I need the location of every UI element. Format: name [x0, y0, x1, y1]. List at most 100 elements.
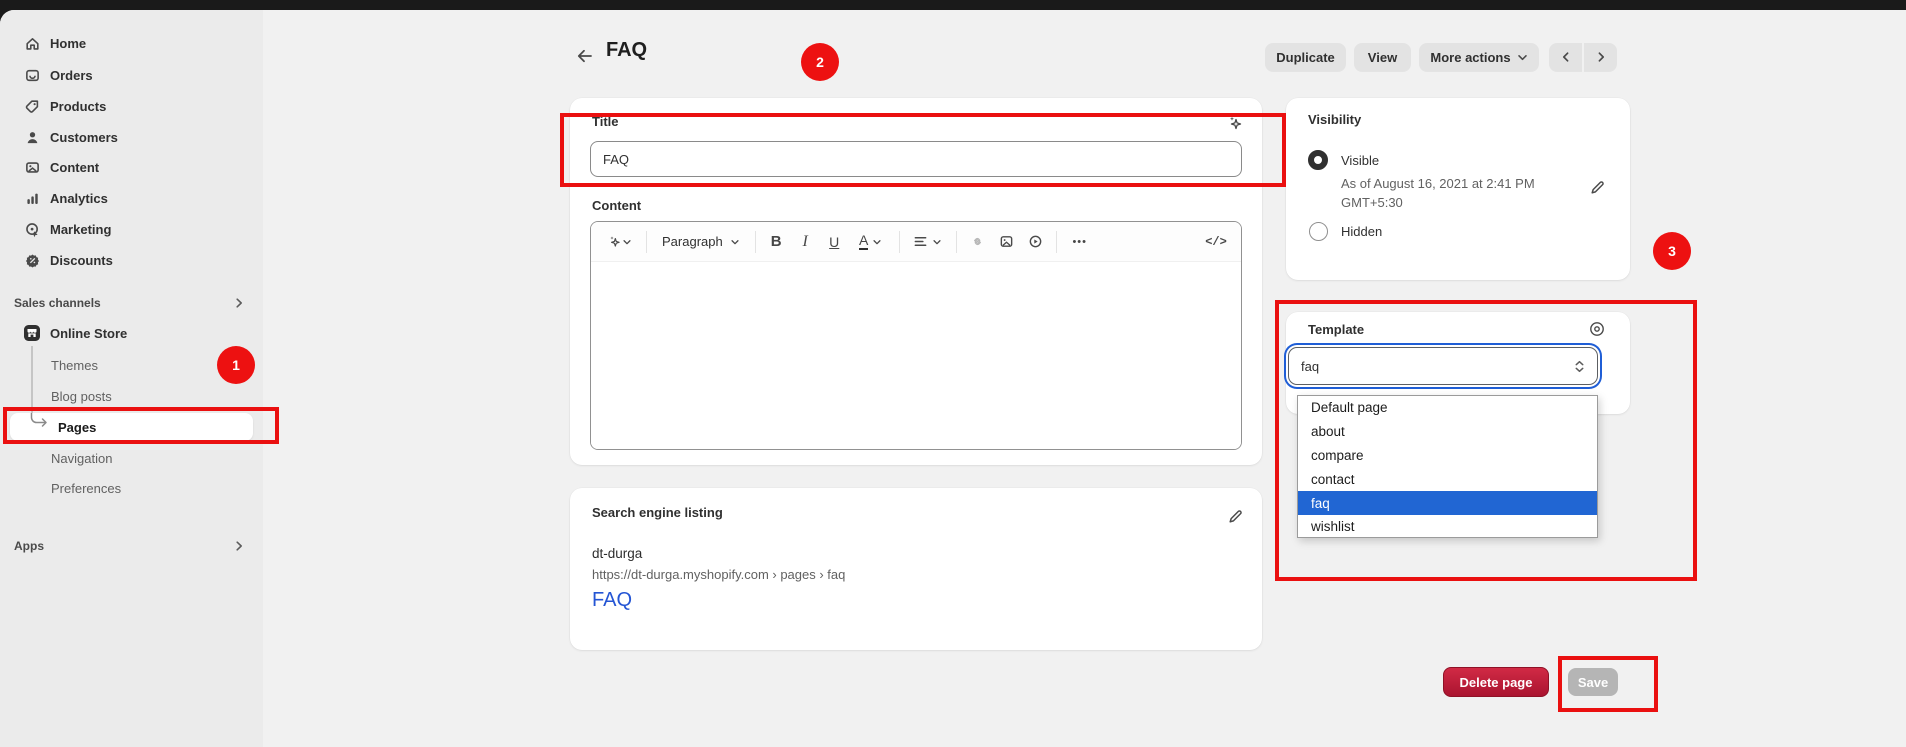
- preview-template-button[interactable]: [1584, 316, 1610, 342]
- chevron-down-icon: [932, 237, 942, 247]
- marketing-icon: [23, 220, 41, 238]
- sidebar-item-customers[interactable]: Customers: [10, 123, 253, 151]
- next-page-button[interactable]: [1584, 43, 1617, 71]
- sidebar-item-products[interactable]: Products: [10, 92, 253, 120]
- home-icon: [23, 34, 41, 52]
- duplicate-button[interactable]: Duplicate: [1265, 43, 1346, 71]
- content-shell: Home Orders Products Customers Content A…: [0, 10, 1906, 747]
- title-input[interactable]: [590, 141, 1242, 177]
- toolbar-divider: [899, 231, 900, 253]
- toolbar-divider: [956, 231, 957, 253]
- underline-glyph: U: [829, 234, 839, 250]
- sidebar-item-discounts[interactable]: Discounts: [10, 246, 253, 274]
- ai-magic-button[interactable]: [599, 228, 639, 255]
- products-icon: [23, 97, 41, 115]
- paragraph-label: Paragraph: [662, 234, 723, 249]
- save-button[interactable]: Save: [1568, 668, 1618, 696]
- code-view-button[interactable]: </>: [1199, 228, 1233, 255]
- sidebar-item-label: Discounts: [50, 253, 113, 268]
- template-option-contact[interactable]: contact: [1298, 467, 1597, 491]
- previous-page-button[interactable]: [1549, 43, 1582, 71]
- edit-seo-button[interactable]: [1222, 503, 1248, 529]
- sidebar-item-preferences[interactable]: Preferences: [10, 474, 253, 502]
- template-option-default-page[interactable]: Default page: [1298, 396, 1597, 420]
- hidden-label[interactable]: Hidden: [1341, 224, 1382, 239]
- template-card-title: Template: [1308, 322, 1364, 337]
- sparkle-icon: [1226, 114, 1244, 132]
- view-button[interactable]: View: [1354, 43, 1411, 71]
- annotation-step-3: 3: [1653, 232, 1691, 270]
- back-button[interactable]: [572, 43, 598, 69]
- seo-preview-link[interactable]: FAQ: [592, 589, 632, 612]
- sidebar-item-label: Orders: [50, 68, 93, 83]
- sidebar-item-label: Pages: [58, 420, 96, 435]
- save-label: Save: [1578, 675, 1608, 690]
- chevron-down-icon: [730, 237, 740, 247]
- template-option-wishlist[interactable]: wishlist: [1298, 515, 1597, 539]
- align-left-icon: [913, 234, 928, 249]
- toolbar-divider: [646, 231, 647, 253]
- more-actions-button[interactable]: More actions: [1419, 43, 1539, 71]
- more-formatting-button[interactable]: •••: [1064, 228, 1096, 255]
- chevron-down-icon: [872, 237, 882, 247]
- apps-header[interactable]: Apps: [10, 533, 253, 559]
- template-option-compare[interactable]: compare: [1298, 444, 1597, 468]
- sidebar-item-home[interactable]: Home: [10, 29, 253, 57]
- annotation-step-2: 2: [801, 43, 839, 81]
- eye-icon: [1588, 320, 1606, 338]
- chevron-right-icon: [1595, 51, 1607, 63]
- chevron-down-icon: [622, 237, 632, 247]
- text-color-button[interactable]: A: [850, 228, 892, 255]
- insert-link-button[interactable]: [964, 228, 991, 255]
- sidebar-item-label: Marketing: [50, 222, 111, 237]
- sales-channels-header[interactable]: Sales channels: [10, 290, 253, 316]
- sidebar-item-analytics[interactable]: Analytics: [10, 184, 253, 212]
- pencil-icon: [1227, 508, 1244, 525]
- underline-button[interactable]: U: [821, 228, 848, 255]
- updown-caret-icon: [1573, 359, 1586, 374]
- apps-label: Apps: [14, 539, 44, 553]
- seo-url: https://dt-durga.myshopify.com › pages ›…: [592, 567, 845, 582]
- shopify-admin-page: Home Orders Products Customers Content A…: [0, 0, 1906, 747]
- chevron-right-icon: [233, 540, 245, 552]
- customers-icon: [23, 128, 41, 146]
- sidebar-item-online-store[interactable]: Online Store: [10, 319, 253, 347]
- sidebar-item-blog-posts[interactable]: Blog posts: [10, 382, 253, 410]
- bold-button[interactable]: B: [763, 228, 790, 255]
- arrow-left-icon: [575, 46, 595, 66]
- elbow-arrow-icon: [29, 413, 49, 433]
- insert-image-button[interactable]: [993, 228, 1020, 255]
- visible-radio[interactable]: [1308, 150, 1328, 170]
- visible-label[interactable]: Visible: [1341, 153, 1379, 168]
- seo-card-title: Search engine listing: [592, 505, 723, 520]
- sidebar-item-navigation[interactable]: Navigation: [10, 444, 253, 472]
- toolbar-divider: [755, 231, 756, 253]
- paragraph-style-dropdown[interactable]: Paragraph: [654, 228, 748, 255]
- sidebar-item-label: Blog posts: [51, 389, 112, 404]
- alignment-button[interactable]: [907, 228, 949, 255]
- visibility-card-title: Visibility: [1308, 112, 1361, 127]
- text-color-glyph: A: [859, 233, 868, 250]
- ellipsis-icon: •••: [1072, 236, 1087, 248]
- visible-timestamp: As of August 16, 2021 at 2:41 PM GMT+5:3…: [1341, 174, 1573, 212]
- template-option-about[interactable]: about: [1298, 420, 1597, 444]
- editor-content-area[interactable]: [591, 262, 1241, 450]
- sidebar-item-content[interactable]: Content: [10, 153, 253, 181]
- edit-visibility-date-button[interactable]: [1584, 174, 1610, 200]
- sidebar-item-label: Online Store: [50, 326, 127, 341]
- insert-video-button[interactable]: [1022, 228, 1049, 255]
- code-icon: </>: [1205, 235, 1227, 249]
- ai-sparkle-button[interactable]: [1222, 110, 1248, 136]
- sidebar-item-label: Products: [50, 99, 106, 114]
- delete-page-button[interactable]: Delete page: [1443, 667, 1549, 697]
- italic-button[interactable]: I: [792, 228, 819, 255]
- link-icon: [970, 234, 985, 249]
- template-select[interactable]: faq: [1288, 347, 1598, 385]
- discounts-icon: [23, 251, 41, 269]
- sales-channels-label: Sales channels: [14, 296, 101, 310]
- sidebar-item-label: Home: [50, 36, 86, 51]
- sidebar-item-marketing[interactable]: Marketing: [10, 215, 253, 243]
- sidebar-item-orders[interactable]: Orders: [10, 61, 253, 89]
- hidden-radio[interactable]: [1309, 222, 1328, 241]
- template-option-faq[interactable]: faq: [1298, 491, 1597, 515]
